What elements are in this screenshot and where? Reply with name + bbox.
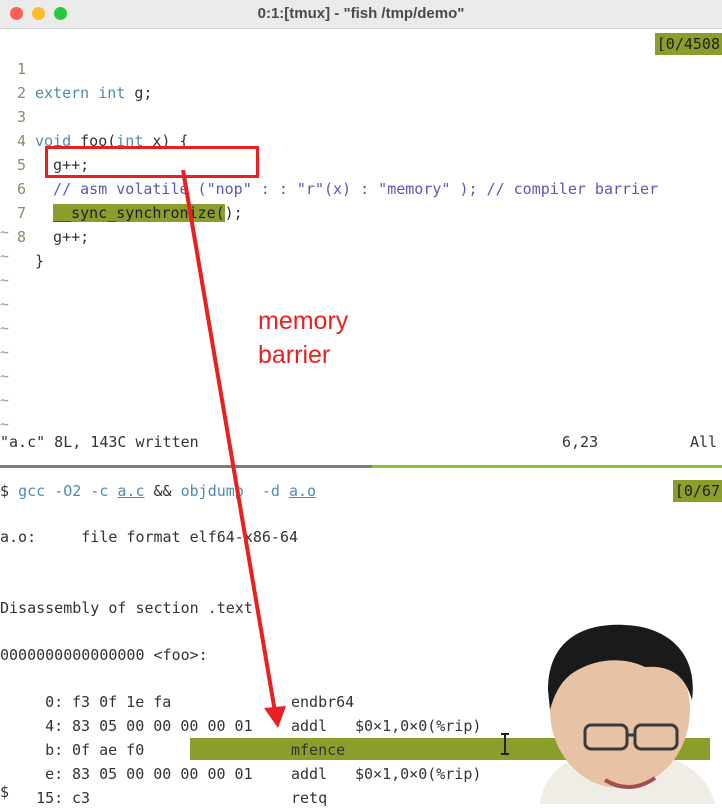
annotation-barrier: barrier: [258, 341, 331, 369]
annotation-arrow: [181, 169, 286, 728]
annotation-memory: memory: [258, 307, 349, 335]
